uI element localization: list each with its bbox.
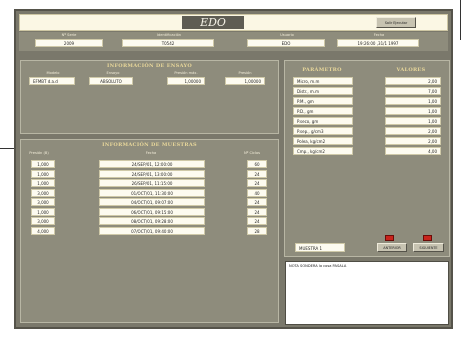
parameter-value-cell[interactable]: 1,00	[385, 97, 441, 105]
header-bar: EDO Salir Ejecutar	[19, 14, 448, 31]
parameter-name-cell: P.seco, gm	[293, 117, 353, 125]
serial-label: Nº Serie	[61, 33, 77, 37]
samples-col-date: Fecha	[145, 151, 157, 155]
application-window: EDO Salir Ejecutar Nº Serie 2009 Identif…	[14, 9, 453, 329]
next-flag-icon	[423, 235, 432, 241]
sample-pressure-cell[interactable]: 1,000	[31, 207, 55, 216]
parameter-value-cell[interactable]: 7,00	[385, 87, 441, 95]
sample-date-cell[interactable]: 08/OCT/01, 09:28:00	[99, 217, 205, 225]
sample-cycles-cell[interactable]: 24	[247, 198, 267, 206]
samples-title: INFORMACIÓN DE MUESTRAS	[102, 142, 197, 148]
sample-date-cell[interactable]: 26/SEP/01, 11:15:00	[99, 179, 205, 187]
pointer-line-top	[460, 0, 461, 40]
serial-field[interactable]: 2009	[35, 39, 103, 47]
sample-date-cell[interactable]: 24/SEP/01, 13:00:00	[99, 169, 205, 178]
parameter-value-cell[interactable]: 2,00	[385, 137, 441, 145]
test-type-field[interactable]: ABSOLUTO	[89, 77, 133, 85]
param-col-header: PARÁMETRO	[302, 67, 342, 73]
sample-pressure-cell[interactable]: 3,000	[31, 188, 55, 197]
sample-cycles-cell[interactable]: 28	[247, 226, 267, 235]
parameter-name-cell: P.sep., g/cm3	[293, 127, 353, 135]
sample-cycles-cell[interactable]: 24	[247, 217, 267, 225]
parameter-name-cell: Polea, kg/cm2	[293, 137, 353, 145]
pressure-field[interactable]: 1,00000	[225, 77, 265, 85]
identification-field[interactable]: T0542	[122, 39, 214, 47]
samples-col-cycles: Nº Ciclos	[243, 151, 261, 155]
parameter-value-cell[interactable]: 4,00	[385, 147, 441, 155]
parameter-value-cell[interactable]: 1,00	[385, 107, 441, 115]
parameter-value-cell[interactable]: 2,00	[385, 77, 441, 85]
sample-pressure-cell[interactable]: 1,000	[31, 160, 55, 168]
parameter-name-cell: Micro, m.m	[293, 77, 353, 85]
pressure-label: Presión	[238, 71, 252, 75]
max-pressure-label: Presión máx.	[174, 71, 198, 75]
parameter-name-cell: P.D., gm	[293, 107, 353, 115]
test-type-label: Ensayo	[106, 71, 120, 75]
sample-selector-field[interactable]: MUESTRA 1	[295, 243, 345, 252]
previous-button[interactable]: ANTERIOR	[377, 243, 407, 252]
sample-pressure-cell[interactable]: 3,000	[31, 217, 55, 225]
parameter-name-cell: Distr., m.m	[293, 87, 353, 95]
sample-pressure-cell[interactable]: 3,000	[31, 198, 55, 206]
model-field[interactable]: EFMBT d.a.d	[29, 77, 75, 85]
sample-cycles-cell[interactable]: 60	[247, 160, 267, 168]
sample-date-cell[interactable]: 06/OCT/01, 09:15:00	[99, 207, 205, 216]
sample-cycles-cell[interactable]: 24	[247, 169, 267, 178]
sample-pressure-cell[interactable]: 1,000	[31, 169, 55, 178]
notes-area[interactable]: NOTA SONDERA la cosa PASALA	[285, 261, 449, 325]
parameters-panel: PARÁMETRO VALORES Micro, m.m 2,00 Distr., …	[284, 60, 450, 257]
date-field[interactable]: 19:26:00 ,31/1 1997	[337, 39, 419, 47]
id-fields-row: Nº Serie 2009 Identificación T0542 Usuar…	[19, 32, 448, 51]
sample-pressure-cell[interactable]: 1,000	[31, 179, 55, 187]
parameter-value-cell[interactable]: 2,00	[385, 127, 441, 135]
previous-flag-icon	[385, 235, 394, 241]
sample-pressure-cell[interactable]: 4,000	[31, 226, 55, 235]
parameter-name-cell: Cmp., kg/cm2	[293, 147, 353, 155]
samples-panel: INFORMACIÓN DE MUESTRAS Presión (B) Fech…	[20, 139, 279, 323]
sample-cycles-cell[interactable]: 24	[247, 207, 267, 216]
model-label: Modelo	[46, 71, 60, 75]
app-title: EDO	[182, 16, 244, 29]
user-label: Usuario	[280, 33, 294, 37]
test-info-panel: INFORMACIÓN DE ENSAYO Modelo EFMBT d.a.d…	[20, 60, 279, 134]
user-field[interactable]: EDO	[247, 39, 325, 47]
identification-label: Identificación	[156, 33, 182, 37]
parameter-name-cell: P.M., gm	[293, 97, 353, 105]
sample-date-cell[interactable]: 24/SEP/01, 12:00:00	[99, 160, 205, 168]
sample-cycles-cell[interactable]: 24	[247, 179, 267, 187]
sample-date-cell[interactable]: 01/OCT/01, 11:30:00	[99, 188, 205, 197]
run-exit-button[interactable]: Salir Ejecutar	[376, 17, 416, 28]
next-button[interactable]: SIGUIENTE	[413, 243, 444, 252]
test-info-title: INFORMACIÓN DE ENSAYO	[106, 63, 193, 69]
parameter-value-cell[interactable]: 1,00	[385, 117, 441, 125]
samples-col-pressure: Presión (B)	[29, 151, 49, 155]
notes-text: NOTA SONDERA la cosa PASALA	[289, 264, 347, 268]
sample-cycles-cell[interactable]: 40	[247, 188, 267, 197]
value-col-header: VALORES	[396, 67, 426, 73]
date-label: Fecha	[373, 33, 385, 37]
max-pressure-field[interactable]: 1,00000	[167, 77, 205, 85]
sample-date-cell[interactable]: 07/OCT/01, 09:40:00	[99, 226, 205, 235]
sample-date-cell[interactable]: 04/OCT/01, 09:07:00	[99, 198, 205, 206]
